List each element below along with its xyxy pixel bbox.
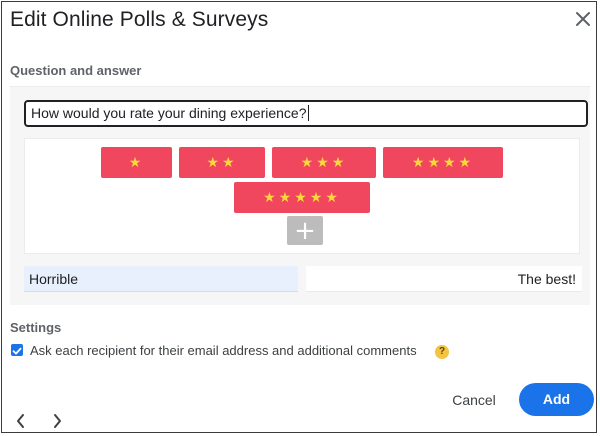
rating-option-3[interactable]: ★★★ bbox=[272, 147, 376, 178]
chevron-right-icon bbox=[54, 414, 61, 428]
chevron-left-icon bbox=[17, 414, 24, 428]
low-end-label-input[interactable]: Horrible bbox=[24, 266, 298, 292]
close-button[interactable] bbox=[572, 8, 594, 30]
cancel-button[interactable]: Cancel bbox=[442, 386, 506, 414]
collect-email-label: Ask each recipient for their email addre… bbox=[30, 343, 417, 358]
plus-icon: + bbox=[294, 215, 316, 246]
high-end-label: The best! bbox=[517, 271, 576, 287]
low-end-label: Horrible bbox=[29, 271, 79, 287]
close-icon bbox=[576, 12, 590, 26]
settings-heading: Settings bbox=[10, 320, 62, 335]
dialog-title: Edit Online Polls & Surveys bbox=[10, 8, 269, 31]
add-button[interactable]: Add bbox=[519, 383, 594, 416]
question-section-heading: Question and answer bbox=[10, 63, 142, 78]
question-input[interactable]: How would you rate your dining experienc… bbox=[24, 100, 588, 127]
rating-option-5[interactable]: ★★★★★ bbox=[234, 182, 370, 213]
star-icon: ★ bbox=[128, 154, 145, 171]
star-icon: ★★★ bbox=[300, 154, 348, 171]
rating-option-4[interactable]: ★★★★ bbox=[383, 147, 503, 178]
poll-dialog: Edit Online Polls & Surveys Question and… bbox=[1, 1, 597, 433]
add-option-button[interactable]: + bbox=[287, 215, 323, 246]
text-caret bbox=[307, 105, 309, 121]
help-icon[interactable]: ? bbox=[435, 345, 449, 359]
star-icon: ★★ bbox=[206, 154, 238, 171]
checkmark-icon bbox=[12, 347, 22, 355]
collect-email-checkbox[interactable] bbox=[11, 344, 23, 356]
high-end-label-input[interactable]: The best! bbox=[306, 266, 582, 292]
previous-button[interactable] bbox=[14, 412, 28, 430]
question-text: How would you rate your dining experienc… bbox=[31, 105, 307, 121]
rating-option-2[interactable]: ★★ bbox=[179, 147, 265, 178]
star-icon: ★★★★ bbox=[411, 154, 475, 171]
star-icon: ★★★★★ bbox=[263, 189, 341, 206]
next-button[interactable] bbox=[50, 412, 64, 430]
rating-option-1[interactable]: ★ bbox=[101, 147, 172, 178]
